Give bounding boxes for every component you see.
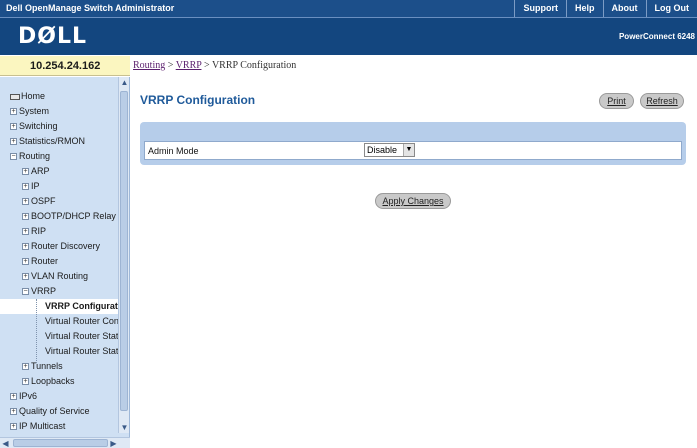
admin-mode-label: Admin Mode <box>148 146 199 156</box>
top-bar: Dell OpenManage Switch Administrator Sup… <box>0 0 697 17</box>
breadcrumb-separator: > <box>167 60 174 71</box>
sidebar-item-switching[interactable]: + Switching <box>0 119 120 134</box>
support-link[interactable]: Support <box>514 0 566 17</box>
sidebar-item-vrrp-configuration[interactable]: VRRP Configuration <box>0 299 120 314</box>
sidebar-item-routing[interactable]: − Routing <box>0 149 120 164</box>
expand-icon[interactable]: + <box>10 408 17 416</box>
tree-guide-line <box>36 299 37 363</box>
expand-icon[interactable]: + <box>22 213 29 221</box>
sidebar-item-router[interactable]: + Router <box>0 254 120 269</box>
scrollbar-thumb[interactable] <box>13 439 108 447</box>
chevron-down-icon[interactable]: ▼ <box>403 144 414 156</box>
breadcrumb-vrrp-link[interactable]: VRRP <box>176 60 202 71</box>
sidebar-item-home[interactable]: Home <box>0 89 120 104</box>
print-button[interactable]: Print <box>599 93 634 109</box>
apply-changes-button[interactable]: Apply Changes <box>375 193 451 209</box>
scroll-left-icon[interactable]: ◀ <box>0 438 11 448</box>
app-title: Dell OpenManage Switch Administrator <box>6 3 175 13</box>
breadcrumb-current: VRRP Configuration <box>211 60 297 71</box>
logo-band: DØLL PowerConnect 6248 <box>0 17 697 55</box>
about-link[interactable]: About <box>602 0 646 17</box>
breadcrumb-separator: > <box>203 60 210 71</box>
dell-logo: DØLL <box>18 24 88 49</box>
ip-address: 10.254.24.162 <box>30 60 101 72</box>
home-icon <box>10 93 20 100</box>
sidebar-item-ospf[interactable]: + OSPF <box>0 194 120 209</box>
page-title: VRRP Configuration <box>140 93 256 107</box>
sidebar-item-vrrp[interactable]: − VRRP <box>0 284 120 299</box>
refresh-button[interactable]: Refresh <box>640 93 684 109</box>
collapse-icon[interactable]: − <box>10 153 17 161</box>
scroll-right-icon[interactable]: ▶ <box>108 438 119 448</box>
sidebar-item-loopbacks[interactable]: + Loopbacks <box>0 374 120 389</box>
sidebar-item-virtual-router-statistics[interactable]: Virtual Router Statistics <box>0 344 120 359</box>
product-name: PowerConnect 6248 <box>618 32 695 41</box>
breadcrumb: Routing > VRRP > VRRP Configuration <box>133 60 296 71</box>
expand-icon[interactable]: + <box>10 108 17 116</box>
sidebar-item-ipv6[interactable]: + IPv6 <box>0 389 120 404</box>
expand-icon[interactable]: + <box>10 138 17 146</box>
top-links: Support Help About Log Out <box>514 0 697 17</box>
sidebar-item-router-discovery[interactable]: + Router Discovery <box>0 239 120 254</box>
logout-link[interactable]: Log Out <box>645 0 697 17</box>
admin-mode-row: Admin Mode Disable ▼ <box>144 141 682 160</box>
breadcrumb-routing-link[interactable]: Routing <box>133 60 165 71</box>
sidebar-item-vlan-routing[interactable]: + VLAN Routing <box>0 269 120 284</box>
admin-mode-select[interactable]: Disable ▼ <box>364 143 415 157</box>
scroll-down-icon[interactable]: ▼ <box>119 422 130 433</box>
expand-icon[interactable]: + <box>22 273 29 281</box>
expand-icon[interactable]: + <box>22 363 29 371</box>
sidebar-item-statistics-rmon[interactable]: + Statistics/RMON <box>0 134 120 149</box>
sidebar-item-virtual-router-status[interactable]: Virtual Router Status <box>0 329 120 344</box>
expand-icon[interactable]: + <box>10 423 17 431</box>
expand-icon[interactable]: + <box>22 168 29 176</box>
expand-icon[interactable]: + <box>10 393 17 401</box>
collapse-icon[interactable]: − <box>22 288 29 296</box>
nav-tree: Home + System + Switching + Statistics/RMON… <box>0 89 120 434</box>
scroll-up-icon[interactable]: ▲ <box>119 77 130 88</box>
sidebar-item-rip[interactable]: + RIP <box>0 224 120 239</box>
sidebar-vertical-scrollbar[interactable]: ▲ ▼ <box>118 77 129 433</box>
expand-icon[interactable]: + <box>22 198 29 206</box>
expand-icon[interactable]: + <box>22 258 29 266</box>
sidebar-item-arp[interactable]: + ARP <box>0 164 120 179</box>
scrollbar-thumb[interactable] <box>120 91 128 411</box>
ip-address-box: 10.254.24.162 <box>0 56 130 76</box>
expand-icon[interactable]: + <box>10 123 17 131</box>
help-link[interactable]: Help <box>565 0 603 17</box>
sidebar-item-virtual-router-configuration[interactable]: Virtual Router Configuration <box>0 314 120 329</box>
sidebar-item-bootp-dhcp-relay[interactable]: + BOOTP/DHCP Relay <box>0 209 120 224</box>
expand-icon[interactable]: + <box>22 228 29 236</box>
sidebar-item-ip-multicast[interactable]: + IP Multicast <box>0 419 120 434</box>
expand-icon[interactable]: + <box>22 183 29 191</box>
admin-mode-value: Disable <box>367 145 398 155</box>
sidebar-item-tunnels[interactable]: + Tunnels <box>0 359 120 374</box>
settings-panel: Admin Mode Disable ▼ <box>140 122 686 165</box>
expand-icon[interactable]: + <box>22 243 29 251</box>
expand-icon[interactable]: + <box>22 378 29 386</box>
sidebar-horizontal-scrollbar[interactable]: ◀ ▶ <box>0 437 130 448</box>
sidebar-item-quality-of-service[interactable]: + Quality of Service <box>0 404 120 419</box>
sidebar-item-system[interactable]: + System <box>0 104 120 119</box>
sidebar-navigation: Home + System + Switching + Statistics/RMON… <box>0 77 130 448</box>
sidebar-item-ip[interactable]: + IP <box>0 179 120 194</box>
